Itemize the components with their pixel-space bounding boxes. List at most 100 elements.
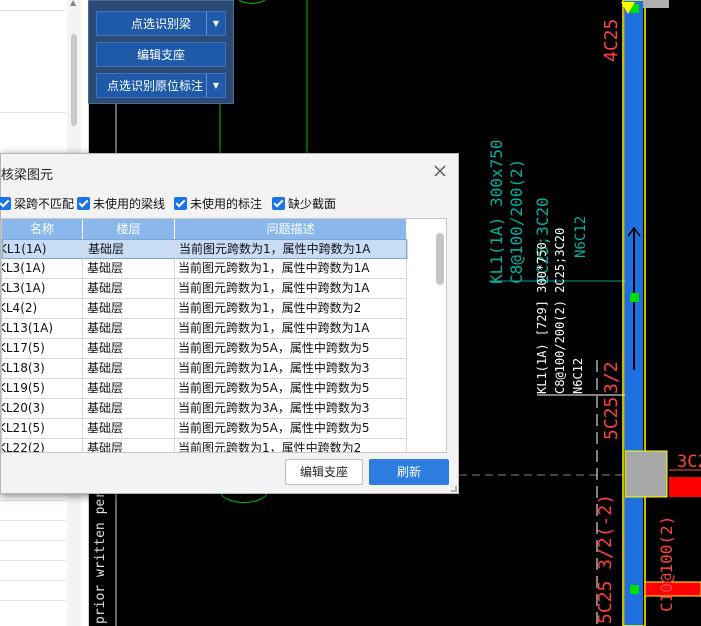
cad-label-red: 3C2 <box>677 452 701 472</box>
table-row[interactable]: KL20(3) 基础层 当前图元跨数为3A，属性中跨数为3 <box>2 399 407 419</box>
column-gray <box>643 0 669 8</box>
cad-cyan-label-1: KL1(1A) 300x750 <box>487 139 506 285</box>
cell-name: KL3(1A) <box>2 279 83 298</box>
cell-name: KL1(1A) <box>3 240 84 259</box>
table-row[interactable]: KL4(2)基础层当前图元跨数为1，属性中跨数为2 <box>2 299 407 319</box>
red-bar <box>669 477 701 497</box>
cell-description: 当前图元跨数为1，属性中跨数为1A <box>175 319 407 338</box>
close-icon[interactable] <box>433 164 447 178</box>
left-panel-divider <box>0 112 66 113</box>
checkbox-checked-icon[interactable] <box>77 197 90 210</box>
column-header-description[interactable]: 问题描述 <box>175 219 407 239</box>
filter-unused-beam-lines[interactable]: 未使用的梁线 <box>77 195 165 211</box>
cad-cyan-label-4: N6C12 <box>573 215 589 258</box>
cell-name: KL21(5) <box>2 419 83 438</box>
filter-span-mismatch[interactable]: 梁跨不匹配 <box>0 195 74 211</box>
cell-description: 当前图元跨数为5A，属性中跨数为5 <box>175 419 407 438</box>
cell-floor: 基础层 <box>83 319 175 338</box>
cell-name: KL18(3) <box>2 359 83 378</box>
chevron-down-icon[interactable]: ▼ <box>206 74 225 97</box>
edit-support-label: 编辑支座 <box>136 48 185 62</box>
cad-label-bottom: 5C25 3/2(-2) <box>595 493 616 624</box>
cell-floor: 基础层 <box>84 240 176 259</box>
left-panel-divider <box>0 500 66 501</box>
cad-label-top: 4C25 <box>601 18 622 62</box>
chevron-down-icon[interactable]: ▼ <box>206 12 225 35</box>
filter-label: 缺少截面 <box>288 197 337 211</box>
cell-name: KL17(5) <box>2 339 83 358</box>
refresh-button[interactable]: 刷新 <box>369 459 449 485</box>
filter-label: 未使用的标注 <box>190 197 263 211</box>
pick-identify-original-annotation-button[interactable]: 点选识别原位标注 ▼ <box>96 73 226 98</box>
column-header-floor[interactable]: 楼层 <box>83 219 175 239</box>
cad-white-label-3: N6C12 <box>571 357 585 394</box>
grip-point <box>630 585 639 594</box>
resize-grip-icon[interactable] <box>449 484 458 493</box>
cell-floor: 基础层 <box>83 379 175 398</box>
cell-description: 当前图元跨数为1，属性中跨数为1A <box>175 259 407 278</box>
green-arc <box>238 0 266 4</box>
cell-name: KL19(5) <box>2 379 83 398</box>
edit-support-button[interactable]: 编辑支座 <box>285 459 363 485</box>
cad-label-bottom-far: C10@100(2) <box>657 515 676 612</box>
table-row[interactable]: KL21(5) 基础层 当前图元跨数为5A，属性中跨数为5 <box>2 419 407 439</box>
column-header-name[interactable]: 名称 <box>2 219 83 239</box>
cell-description: 当前图元跨数为1，属性中跨数为1A <box>176 240 408 259</box>
cell-name: KL20(3) <box>2 399 83 418</box>
scroll-up-icon[interactable]: ▲ <box>70 0 76 7</box>
table-row[interactable]: KL18(3) 基础层 当前图元跨数为1A，属性中跨数为3 <box>2 359 407 379</box>
filter-missing-section[interactable]: 缺少截面 <box>272 195 336 211</box>
cad-cyan-label-2: C8@100/200(2) <box>507 158 526 284</box>
cell-floor: 基础层 <box>83 359 175 378</box>
cell-floor: 基础层 <box>83 439 175 452</box>
left-panel-divider <box>0 580 66 581</box>
table-row[interactable]: KL19(5) 基础层 当前图元跨数为5A，属性中跨数为5 <box>2 379 407 399</box>
left-panel-divider <box>0 560 66 561</box>
table-row[interactable]: KL13(1A) 基础层 当前图元跨数为1，属性中跨数为1A <box>2 319 407 339</box>
filter-unused-annotations[interactable]: 未使用的标注 <box>174 195 262 211</box>
left-panel-divider <box>0 540 66 541</box>
issue-table[interactable]: 名称 楼层 问题描述 KL1(1A) 基础层 当前图元跨数为1，属性中跨数为1A KL… <box>1 218 447 453</box>
cad-white-label-2: C8@100/200(2) 2C25;3C20 <box>553 227 567 394</box>
cell-name: KL13(1A) <box>2 319 83 338</box>
cell-floor: 基础层 <box>83 279 175 298</box>
table-row[interactable]: KL3(1A) 基础层 当前图元跨数为1，属性中跨数为1A <box>2 279 407 299</box>
cad-label-mid: 5C25 <box>601 396 622 440</box>
cell-floor: 基础层 <box>83 419 175 438</box>
cell-floor: 基础层 <box>83 299 175 318</box>
filter-label: 梁跨不匹配 <box>14 197 75 211</box>
cell-description: 当前图元跨数为3A，属性中跨数为3 <box>175 399 407 418</box>
cell-name: KL3(1A) <box>2 259 83 278</box>
pick-identify-beam-button[interactable]: 点选识别梁 ▼ <box>96 11 226 36</box>
table-row[interactable]: KL17(5) 基础层 当前图元跨数为5A，属性中跨数为5 <box>2 339 407 359</box>
cell-floor: 基础层 <box>83 259 175 278</box>
left-panel-divider <box>0 520 66 521</box>
column-gray <box>624 450 668 498</box>
cell-floor: 基础层 <box>83 339 175 358</box>
table-row[interactable]: KL3(1A) 基础层 当前图元跨数为1，属性中跨数为1A <box>2 259 407 279</box>
checkbox-checked-icon[interactable] <box>174 197 187 210</box>
left-panel-header <box>0 0 66 11</box>
left-panel-divider <box>0 600 66 601</box>
beam-toolbar: 点选识别梁 ▼ 编辑支座 点选识别原位标注 ▼ <box>88 0 234 104</box>
check-beam-dialog[interactable]: 校核梁图元 梁跨不匹配 未使用的梁线 未使用的标注 缺少截面 名称 楼层 问题描… <box>0 153 459 494</box>
cell-floor: 基础层 <box>83 399 175 418</box>
filter-label: 未使用的梁线 <box>93 197 166 211</box>
left-panel-scroll-thumb[interactable] <box>71 34 77 126</box>
cell-name: KL4(2) <box>2 299 83 318</box>
edit-support-toolbar-button[interactable]: 编辑支座 <box>96 42 226 67</box>
cell-description: 当前图元跨数为1，属性中跨数为2 <box>175 439 407 452</box>
cad-white-label-1: KL1(1A) [729] 300*750 <box>535 242 549 394</box>
pick-identify-beam-label: 点选识别梁 <box>130 17 191 31</box>
cell-name: KL22(2) <box>2 439 83 452</box>
table-row[interactable]: KL22(2) 基础层 当前图元跨数为1，属性中跨数为2 <box>2 439 407 452</box>
table-scroll-thumb[interactable] <box>436 233 444 285</box>
cell-description: 当前图元跨数为1A，属性中跨数为3 <box>175 359 407 378</box>
cell-description: 当前图元跨数为5A，属性中跨数为5 <box>175 339 407 358</box>
cell-description: 当前图元跨数为5A，属性中跨数为5 <box>175 379 407 398</box>
checkbox-checked-icon[interactable] <box>272 197 285 210</box>
pick-identify-original-annotation-label: 点选识别原位标注 <box>107 79 204 93</box>
table-row[interactable]: KL1(1A) 基础层 当前图元跨数为1，属性中跨数为1A <box>2 239 408 259</box>
grip-point <box>630 293 639 302</box>
checkbox-checked-icon[interactable] <box>0 197 11 210</box>
